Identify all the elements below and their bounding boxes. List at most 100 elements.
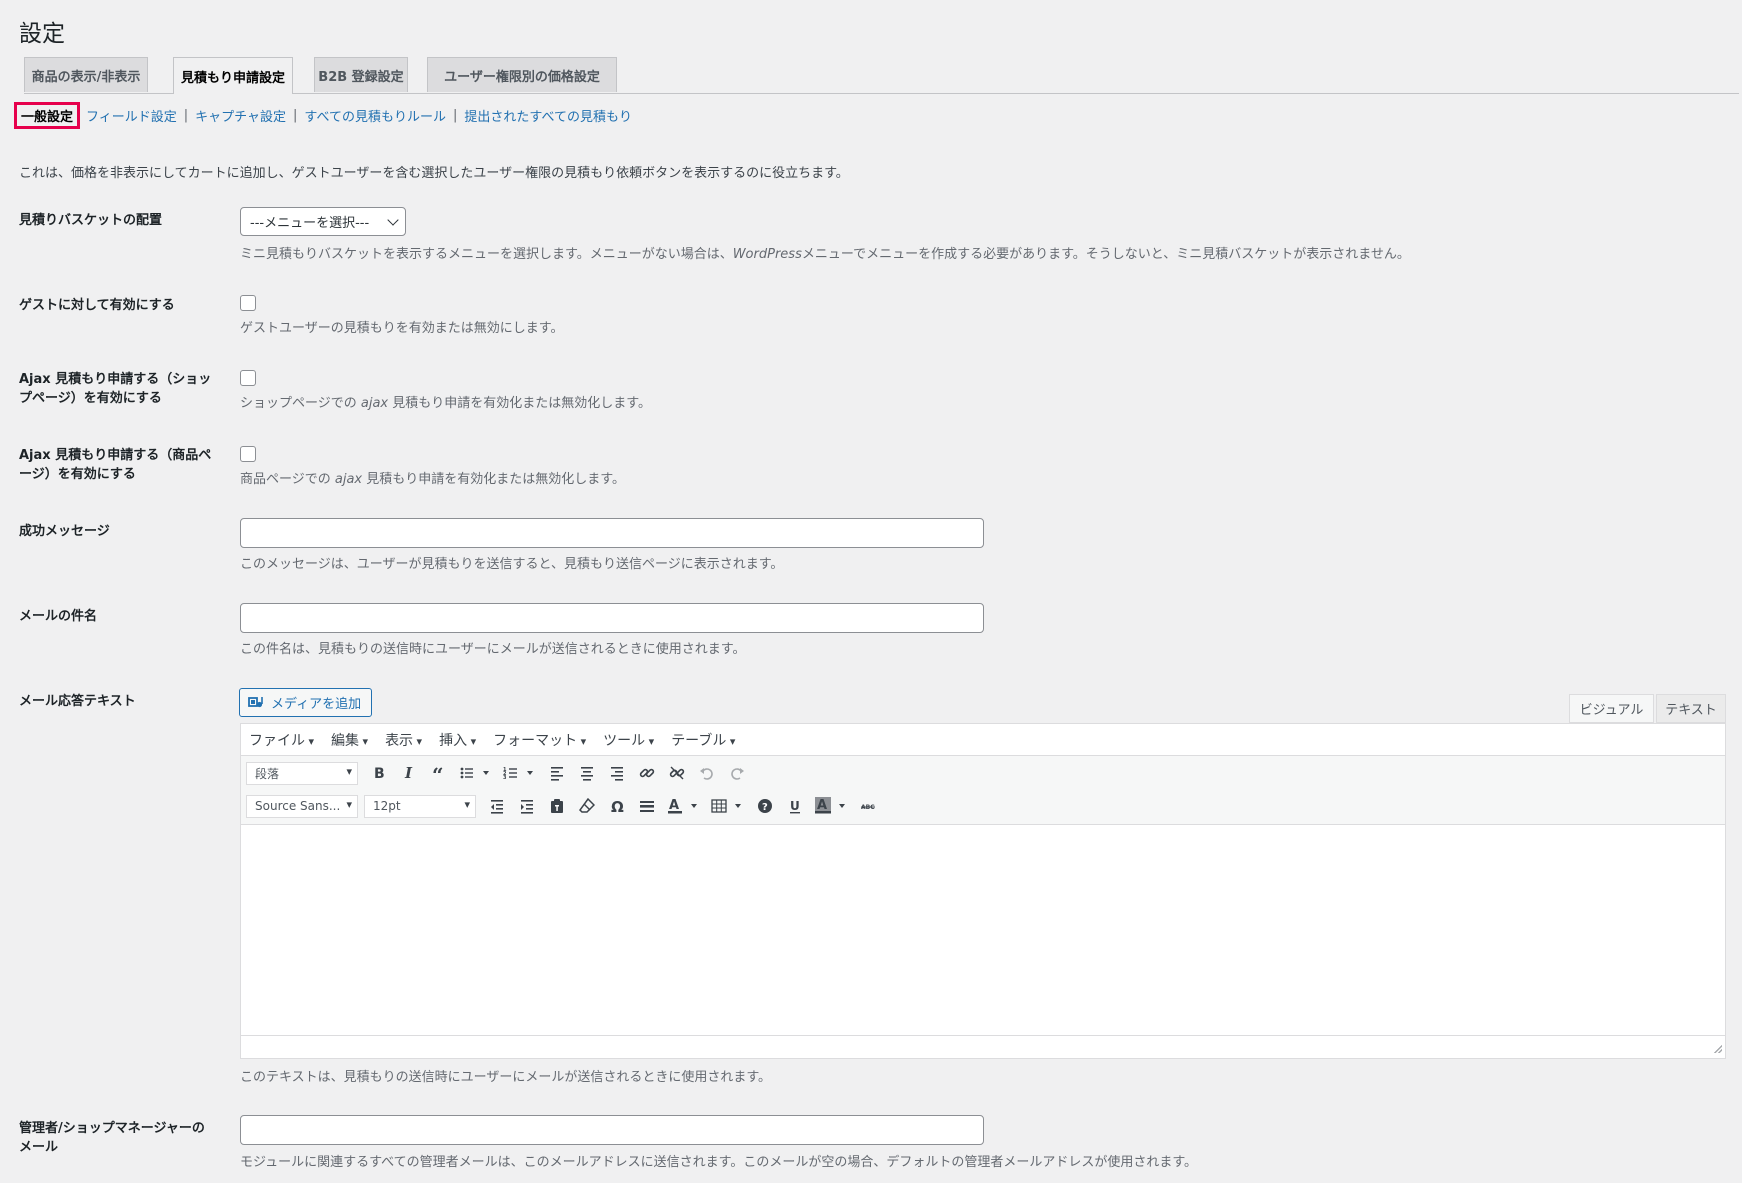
redo-icon[interactable]	[722, 760, 752, 786]
clear-formatting-icon[interactable]	[572, 793, 602, 819]
basket-desc-part-b: メニューでメニューを作成する必要があります。そうしないと、ミニ見積バスケットが表…	[801, 247, 1410, 262]
admin-email-input[interactable]	[240, 1115, 984, 1145]
help-icon[interactable]: ?	[750, 793, 780, 819]
ajax-product-desc-part-a: 商品ページでの	[240, 472, 335, 487]
subnav-field-settings[interactable]: フィールド設定	[86, 106, 177, 125]
mail-subject-label: メールの件名	[19, 609, 98, 624]
strikethrough-icon[interactable]: ABC	[854, 793, 884, 819]
subnav-separator: |	[453, 107, 458, 123]
settings-tabs: 商品の表示/非表示 見積もり申請設定 B2B 登録設定 ユーザー権限別の価格設定	[24, 57, 1739, 94]
align-left-icon[interactable]	[542, 760, 572, 786]
menu-tools[interactable]: ツール	[603, 730, 654, 750]
svg-text:U: U	[790, 799, 800, 813]
blockquote-icon[interactable]: “	[424, 760, 454, 786]
subnav-general-settings[interactable]: 一般設定	[14, 101, 81, 129]
admin-email-label: 管理者/ショップマネージャーのメール	[19, 1121, 205, 1155]
menu-table[interactable]: テーブル	[671, 730, 735, 750]
success-message-label: 成功メッセージ	[19, 524, 110, 539]
font-family-select[interactable]: Source Sans...	[246, 794, 358, 818]
editor-content-area[interactable]	[241, 825, 1725, 1035]
menu-format[interactable]: フォーマット	[493, 730, 586, 750]
ajax-product-desc-emphasis: ajax	[334, 472, 363, 487]
subnav-separator: |	[293, 107, 298, 123]
editor-menubar: ファイル 編集 表示 挿入 フォーマット ツール テーブル	[241, 724, 1725, 756]
special-character-icon[interactable]: Ω	[602, 793, 632, 819]
mail-response-description: このテキストは、見積もりの送信時にユーザーにメールが送信されるときに使用されます…	[240, 1070, 772, 1085]
horizontal-line-icon[interactable]	[632, 793, 662, 819]
basket-menu-select-value: ---メニューを選択---	[250, 216, 370, 231]
block-format-select[interactable]: 段落	[246, 761, 358, 785]
editor-statusbar	[241, 1035, 1725, 1056]
bold-icon[interactable]: B	[364, 760, 394, 786]
font-size-select[interactable]: 12pt	[364, 794, 476, 818]
align-center-icon[interactable]	[572, 760, 602, 786]
mail-response-label: メール応答テキスト	[19, 694, 136, 709]
undo-icon[interactable]	[692, 760, 722, 786]
ajax-product-checkbox[interactable]	[240, 446, 256, 462]
indent-icon[interactable]	[512, 793, 542, 819]
tab-b2b-registration[interactable]: B2B 登録設定	[314, 57, 408, 92]
editor-toolbar-row-2: Source Sans... 12pt Ω A	[246, 793, 884, 819]
basket-placement-description: ミニ見積もりバスケットを表示するメニューを選択します。メニューがない場合は、Wo…	[240, 243, 1410, 262]
outdent-icon[interactable]	[482, 793, 512, 819]
svg-text:“: “	[432, 765, 444, 781]
ajax-product-label: Ajax 見積もり申請する（商品ページ）を有効にする	[19, 448, 212, 482]
guest-enable-description: ゲストユーザーの見積もりを有効または無効にします。	[240, 321, 564, 336]
editor-tab-visual[interactable]: ビジュアル	[1569, 694, 1654, 723]
resize-handle-icon[interactable]	[1714, 1045, 1722, 1053]
guest-enable-checkbox[interactable]	[240, 295, 256, 311]
svg-text:A: A	[817, 798, 827, 813]
editor-toolbar: 段落 B I “ 123	[241, 756, 1725, 825]
menu-insert[interactable]: 挿入	[439, 730, 476, 750]
chevron-down-icon	[387, 214, 399, 226]
basket-placement-label: 見積りバスケットの配置	[19, 213, 163, 228]
basket-desc-part-a: ミニ見積もりバスケットを表示するメニューを選択します。メニューがない場合は、	[240, 247, 733, 262]
menu-edit[interactable]: 編集	[331, 730, 368, 750]
svg-text:A: A	[669, 798, 679, 813]
numbered-list-icon[interactable]: 123	[498, 760, 542, 786]
ajax-shop-desc-part-a: ショップページでの	[240, 396, 361, 411]
basket-menu-select[interactable]: ---メニューを選択---	[240, 207, 406, 236]
add-media-icon	[248, 696, 263, 707]
background-color-icon[interactable]: A	[810, 793, 854, 819]
success-message-description: このメッセージは、ユーザーが見積もりを送信すると、見積もり送信ページに表示されま…	[240, 557, 784, 572]
svg-text:Ω: Ω	[611, 798, 624, 814]
mail-subject-input[interactable]	[240, 603, 984, 633]
ajax-shop-label: Ajax 見積もり申請する（ショップページ）を有効にする	[19, 372, 212, 406]
ajax-product-description: 商品ページでの ajax 見積もり申請を有効化または無効化します。	[240, 468, 625, 487]
table-icon[interactable]	[706, 793, 750, 819]
underline-icon[interactable]: U	[780, 793, 810, 819]
basket-desc-emphasis: WordPress	[732, 247, 802, 262]
menu-view[interactable]: 表示	[385, 730, 422, 750]
text-color-icon[interactable]: A	[662, 793, 706, 819]
svg-text:3: 3	[503, 775, 507, 781]
subnav-all-quote-rules[interactable]: すべての見積もりルール	[304, 106, 446, 125]
mail-subject-description: この件名は、見積もりの送信時にユーザーにメールが送信されるときに使用されます。	[240, 642, 746, 657]
ajax-product-desc-part-b: 見積もり申請を有効化または無効化します。	[362, 472, 625, 487]
ajax-shop-checkbox[interactable]	[240, 370, 256, 386]
ajax-shop-desc-emphasis: ajax	[360, 396, 389, 411]
tab-role-based-pricing[interactable]: ユーザー権限別の価格設定	[427, 57, 617, 92]
tab-quote-settings[interactable]: 見積もり申請設定	[173, 57, 293, 94]
subnav-submitted-quotes[interactable]: 提出されたすべての見積もり	[464, 106, 632, 125]
bullet-list-icon[interactable]	[454, 760, 498, 786]
mail-response-editor: ファイル 編集 表示 挿入 フォーマット ツール テーブル 段落 B I “ 1…	[240, 723, 1726, 1059]
svg-text:I: I	[404, 765, 413, 781]
svg-text:?: ?	[762, 802, 768, 813]
unlink-icon[interactable]	[662, 760, 692, 786]
italic-icon[interactable]: I	[394, 760, 424, 786]
ajax-shop-description: ショップページでの ajax 見積もり申請を有効化または無効化します。	[240, 392, 651, 411]
guest-enable-label: ゲストに対して有効にする	[19, 298, 175, 313]
page-title: 設定	[19, 21, 65, 47]
add-media-button[interactable]: メディアを追加	[239, 688, 372, 717]
subnav-separator: |	[183, 107, 189, 123]
intro-text: これは、価格を非表示にしてカートに追加し、ゲストユーザーを含む選択したユーザー権…	[19, 166, 849, 181]
subnav-captcha-settings[interactable]: キャプチャ設定	[195, 106, 286, 125]
paste-text-icon[interactable]	[542, 793, 572, 819]
menu-file[interactable]: ファイル	[249, 730, 314, 750]
align-right-icon[interactable]	[602, 760, 632, 786]
success-message-input[interactable]	[240, 518, 984, 548]
editor-tab-text[interactable]: テキスト	[1656, 694, 1726, 723]
tab-product-visibility[interactable]: 商品の表示/非表示	[24, 57, 148, 92]
link-icon[interactable]	[632, 760, 662, 786]
